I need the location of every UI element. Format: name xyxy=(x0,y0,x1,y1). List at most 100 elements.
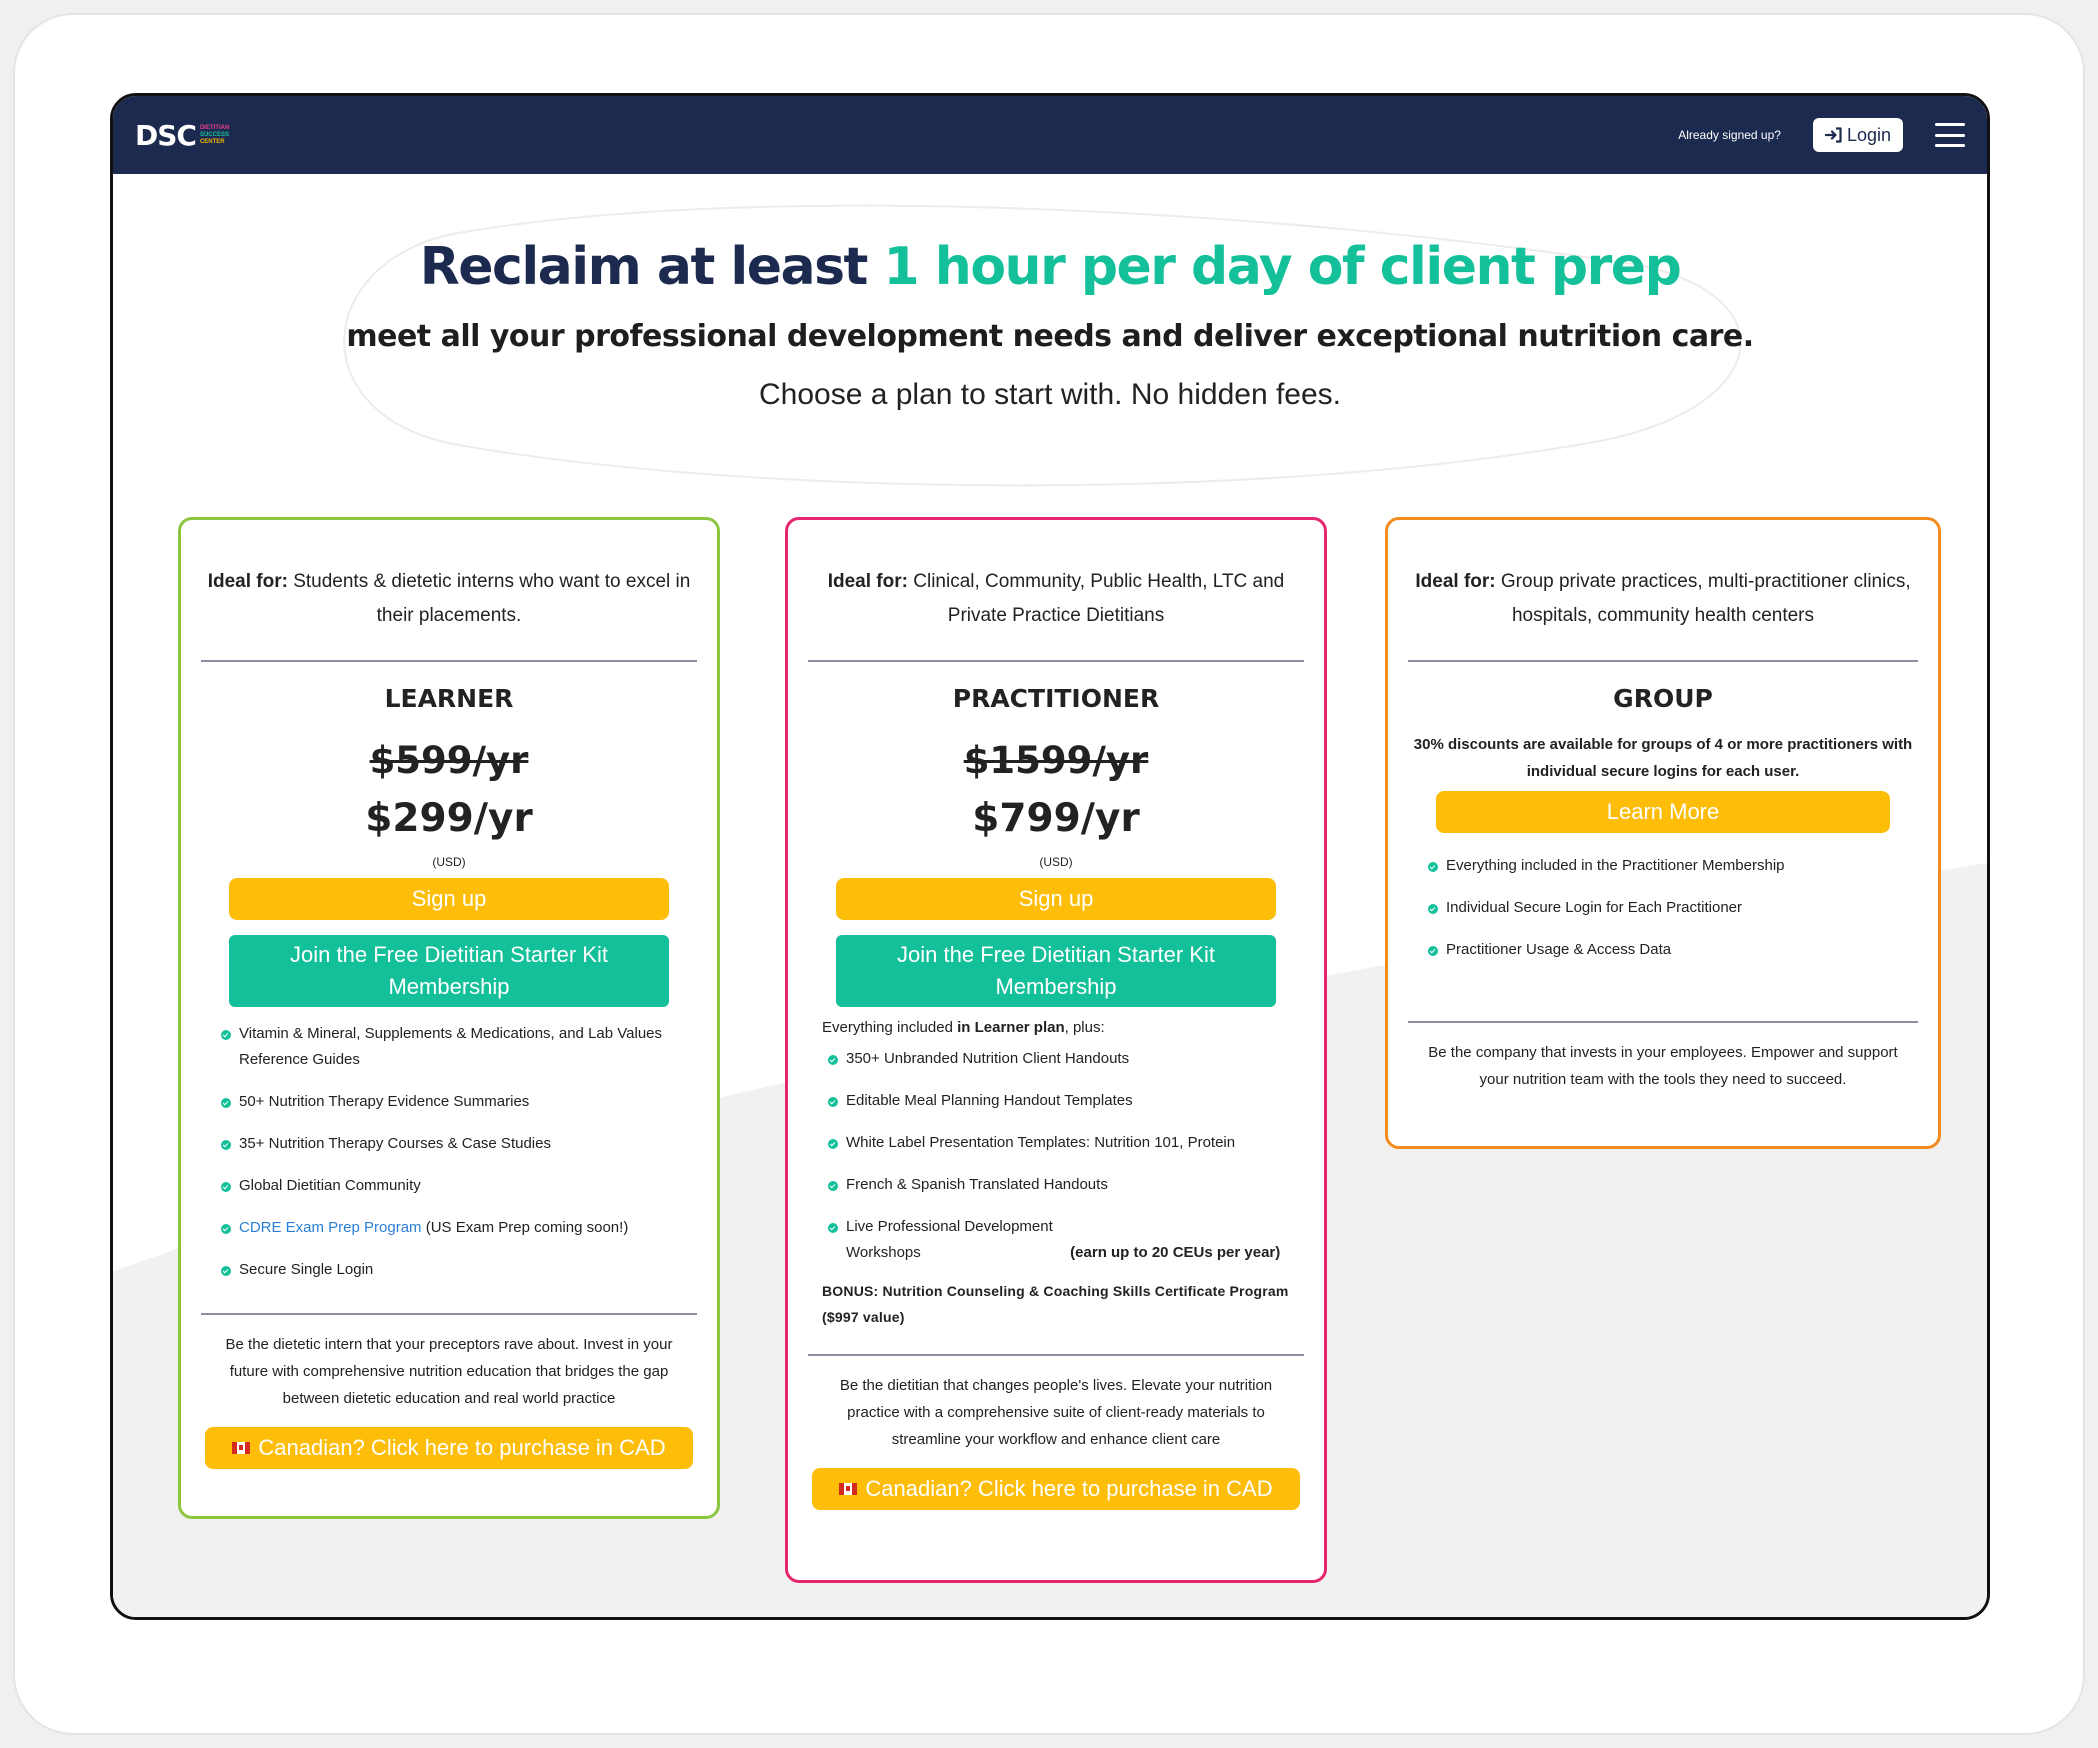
check-circle-icon xyxy=(828,1181,838,1191)
feature-text: White Label Presentation Templates: Nutr… xyxy=(846,1134,1236,1151)
cdre-exam-link[interactable]: CDRE Exam Prep Program xyxy=(239,1219,422,1236)
list-item: Everything included in the Practitioner … xyxy=(1428,853,1918,879)
ideal-text: Clinical, Community, Public Health, LTC … xyxy=(913,571,1285,626)
feature-text: Editable Meal Planning Handout Templates xyxy=(846,1092,1133,1109)
feature-text: Individual Secure Login for Each Practit… xyxy=(1446,899,1743,916)
plus-text: , plus: xyxy=(1064,1019,1105,1036)
bonus-text: BONUS: Nutrition Counseling & Coaching S… xyxy=(822,1283,1289,1325)
list-item: White Label Presentation Templates: Nutr… xyxy=(828,1130,1304,1156)
purchase-cad-button[interactable]: Canadian? Click here to purchase in CAD xyxy=(205,1427,693,1469)
price-discounted: $799/yr xyxy=(972,796,1140,841)
signup-button[interactable]: Sign up xyxy=(229,878,669,920)
ideal-text: Students & dietetic interns who want to … xyxy=(293,571,691,626)
feature-text: (US Exam Prep coming soon!) xyxy=(425,1219,629,1236)
ideal-label: Ideal for: xyxy=(207,571,288,592)
login-button[interactable]: Login xyxy=(1812,118,1903,152)
feature-text: Live Professional Development Workshops xyxy=(846,1218,1053,1261)
currency-label: (USD) xyxy=(1039,855,1073,869)
check-circle-icon xyxy=(221,1098,231,1108)
check-circle-icon xyxy=(828,1223,838,1233)
ideal-label: Ideal for: xyxy=(827,571,908,592)
plan-tagline: Be the dietetic intern that your precept… xyxy=(225,1336,673,1407)
hero-choose-plan: Choose a plan to start with. No hidden f… xyxy=(758,378,1341,411)
check-circle-icon xyxy=(221,1224,231,1234)
divider xyxy=(808,660,1304,662)
signup-button[interactable]: Sign up xyxy=(836,878,1276,920)
ideal-for: Ideal for: Group private practices, mult… xyxy=(1408,565,1918,633)
login-label: Login xyxy=(1846,124,1891,145)
feature-text: Practitioner Usage & Access Data xyxy=(1446,941,1672,958)
feature-text: Secure Single Login xyxy=(239,1261,374,1278)
hero-title-accent: 1 hour per day of client prep xyxy=(883,237,1682,297)
plan-card-group: Ideal for: Group private practices, mult… xyxy=(1385,517,1941,1149)
list-item: CDRE Exam Prep Program (US Exam Prep com… xyxy=(221,1215,697,1241)
learn-more-button[interactable]: Learn More xyxy=(1436,791,1890,833)
logo-subtitle: DIETITIAN SUCCESS CENTER xyxy=(200,125,229,146)
plan-name: PRACTITIONER xyxy=(952,684,1160,713)
list-item: Live Professional Development Workshops … xyxy=(828,1214,1304,1266)
list-item: French & Spanish Translated Handouts xyxy=(828,1172,1304,1198)
feature-text: 350+ Unbranded Nutrition Client Handouts xyxy=(846,1050,1130,1067)
divider xyxy=(1408,660,1918,662)
starter-kit-button[interactable]: Join the Free Dietitian Starter Kit Memb… xyxy=(229,935,669,1007)
check-circle-icon xyxy=(221,1182,231,1192)
price-original: $599/yr xyxy=(369,739,529,782)
browser-screen: DSC DIETITIAN SUCCESS CENTER Already sig… xyxy=(110,93,1990,1620)
dsc-logo[interactable]: DSC DIETITIAN SUCCESS CENTER xyxy=(135,119,229,152)
canada-flag-icon xyxy=(232,1442,251,1454)
group-discount-note: 30% discounts are available for groups o… xyxy=(1413,736,1913,780)
logo-sub-line: CENTER xyxy=(199,138,225,145)
list-item: 50+ Nutrition Therapy Evidence Summaries xyxy=(221,1089,697,1115)
check-circle-icon xyxy=(828,1055,838,1065)
hamburger-menu-icon[interactable] xyxy=(1935,123,1965,147)
feature-text: 50+ Nutrition Therapy Evidence Summaries xyxy=(239,1093,530,1110)
price-original: $1599/yr xyxy=(963,739,1149,782)
canada-flag-icon xyxy=(839,1483,858,1495)
cad-label: Canadian? Click here to purchase in CAD xyxy=(258,1435,666,1460)
divider xyxy=(201,1313,697,1315)
hero-section: Reclaim at least 1 hour per day of clien… xyxy=(113,174,1987,487)
check-circle-icon xyxy=(1428,904,1438,914)
plan-card-practitioner: Ideal for: Clinical, Community, Public H… xyxy=(785,517,1327,1583)
feature-list: 350+ Unbranded Nutrition Client Handouts… xyxy=(808,1046,1304,1266)
ideal-for: Ideal for: Clinical, Community, Public H… xyxy=(808,565,1304,633)
feature-bold: (earn up to 20 CEUs per year) xyxy=(1070,1244,1281,1261)
feature-text: 35+ Nutrition Therapy Courses & Case Stu… xyxy=(239,1135,551,1152)
plus-line: Everything included in Learner plan, plu… xyxy=(808,1019,1304,1036)
check-circle-icon xyxy=(221,1266,231,1276)
check-circle-icon xyxy=(828,1097,838,1107)
feature-text: French & Spanish Translated Handouts xyxy=(846,1176,1108,1193)
ideal-text: Group private practices, multi-practitio… xyxy=(1500,571,1911,626)
list-item: Global Dietitian Community xyxy=(221,1173,697,1199)
check-circle-icon xyxy=(221,1140,231,1150)
hero-title: Reclaim at least 1 hour per day of clien… xyxy=(113,237,1987,297)
sign-in-icon xyxy=(1824,127,1842,143)
list-item: 350+ Unbranded Nutrition Client Handouts xyxy=(828,1046,1304,1072)
feature-text: Vitamin & Mineral, Supplements & Medicat… xyxy=(239,1025,663,1068)
feature-list: Vitamin & Mineral, Supplements & Medicat… xyxy=(201,1021,697,1283)
list-item: Practitioner Usage & Access Data xyxy=(1428,937,1918,963)
price-discounted: $299/yr xyxy=(365,796,533,841)
currency-label: (USD) xyxy=(432,855,466,869)
plan-tagline: Be the company that invests in your empl… xyxy=(1428,1044,1898,1088)
nav-right-group: Already signed up? Login xyxy=(1678,118,1965,152)
list-item: 35+ Nutrition Therapy Courses & Case Stu… xyxy=(221,1131,697,1157)
feature-text: Everything included in the Practitioner … xyxy=(1446,857,1785,874)
starter-kit-button[interactable]: Join the Free Dietitian Starter Kit Memb… xyxy=(836,935,1276,1007)
purchase-cad-button[interactable]: Canadian? Click here to purchase in CAD xyxy=(812,1468,1300,1510)
logo-sub-line: DIETITIAN xyxy=(199,124,230,131)
ideal-for: Ideal for: Students & dietetic interns w… xyxy=(201,565,697,633)
check-circle-icon xyxy=(1428,946,1438,956)
already-signed-up-text: Already signed up? xyxy=(1678,128,1781,142)
plan-name: LEARNER xyxy=(384,684,514,713)
check-circle-icon xyxy=(1428,862,1438,872)
plan-card-learner: Ideal for: Students & dietetic interns w… xyxy=(178,517,720,1519)
divider xyxy=(1408,1021,1918,1023)
list-item: Vitamin & Mineral, Supplements & Medicat… xyxy=(221,1021,697,1073)
cad-label: Canadian? Click here to purchase in CAD xyxy=(865,1476,1273,1501)
plus-bold: in Learner plan xyxy=(957,1019,1065,1036)
list-item: Secure Single Login xyxy=(221,1257,697,1283)
divider xyxy=(201,660,697,662)
ideal-label: Ideal for: xyxy=(1415,571,1496,592)
check-circle-icon xyxy=(828,1139,838,1149)
